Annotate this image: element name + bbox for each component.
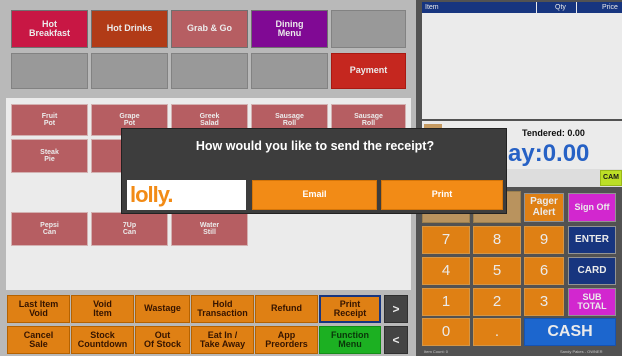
lolly-logo-text: lolly. bbox=[130, 182, 173, 207]
email-receipt-button[interactable]: Email bbox=[252, 180, 377, 210]
print-receipt-dialog-button[interactable]: Print bbox=[381, 180, 503, 210]
send-receipt-dialog: How would you like to send the receipt? … bbox=[121, 128, 507, 214]
dialog-question: How would you like to send the receipt? bbox=[195, 139, 435, 153]
lolly-logo: lolly. bbox=[127, 180, 246, 210]
